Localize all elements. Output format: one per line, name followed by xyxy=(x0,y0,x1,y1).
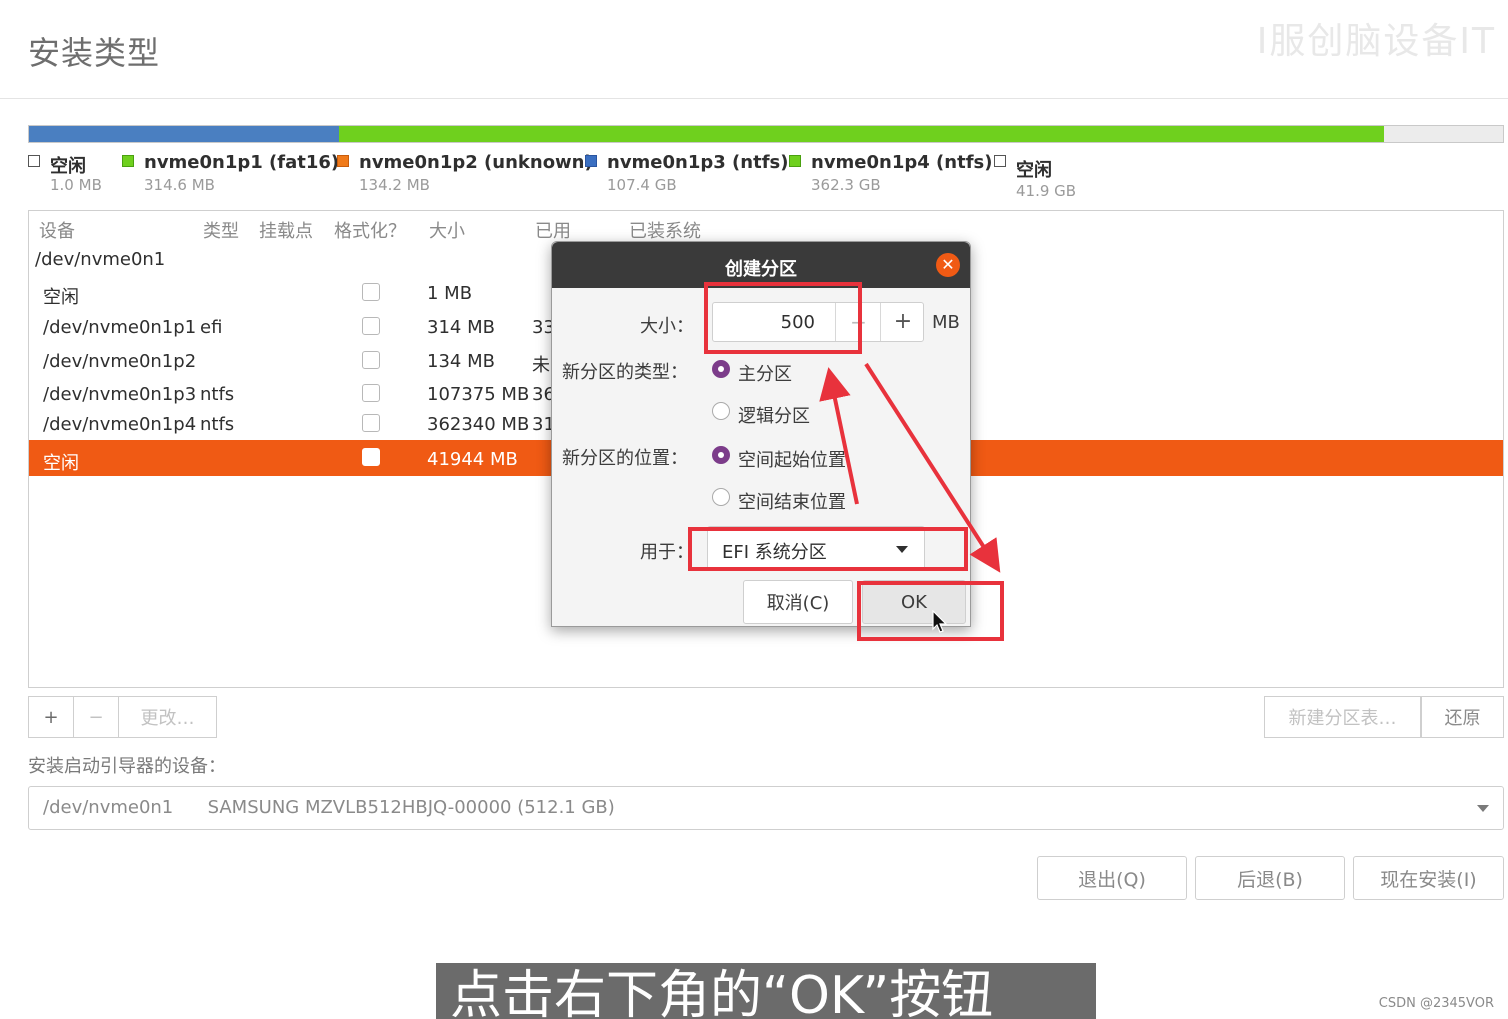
video-subtitle: 点击右下角的“OK”按钮 xyxy=(436,963,1096,1019)
subtitle-text: 点击右下角的“OK”按钮 xyxy=(450,966,994,1019)
arrow-to-ok xyxy=(864,362,1001,573)
arrow-to-size xyxy=(819,367,859,505)
credit-watermark: CSDN @2345VOR xyxy=(1378,996,1494,1011)
annotation-arrows xyxy=(819,362,1001,573)
